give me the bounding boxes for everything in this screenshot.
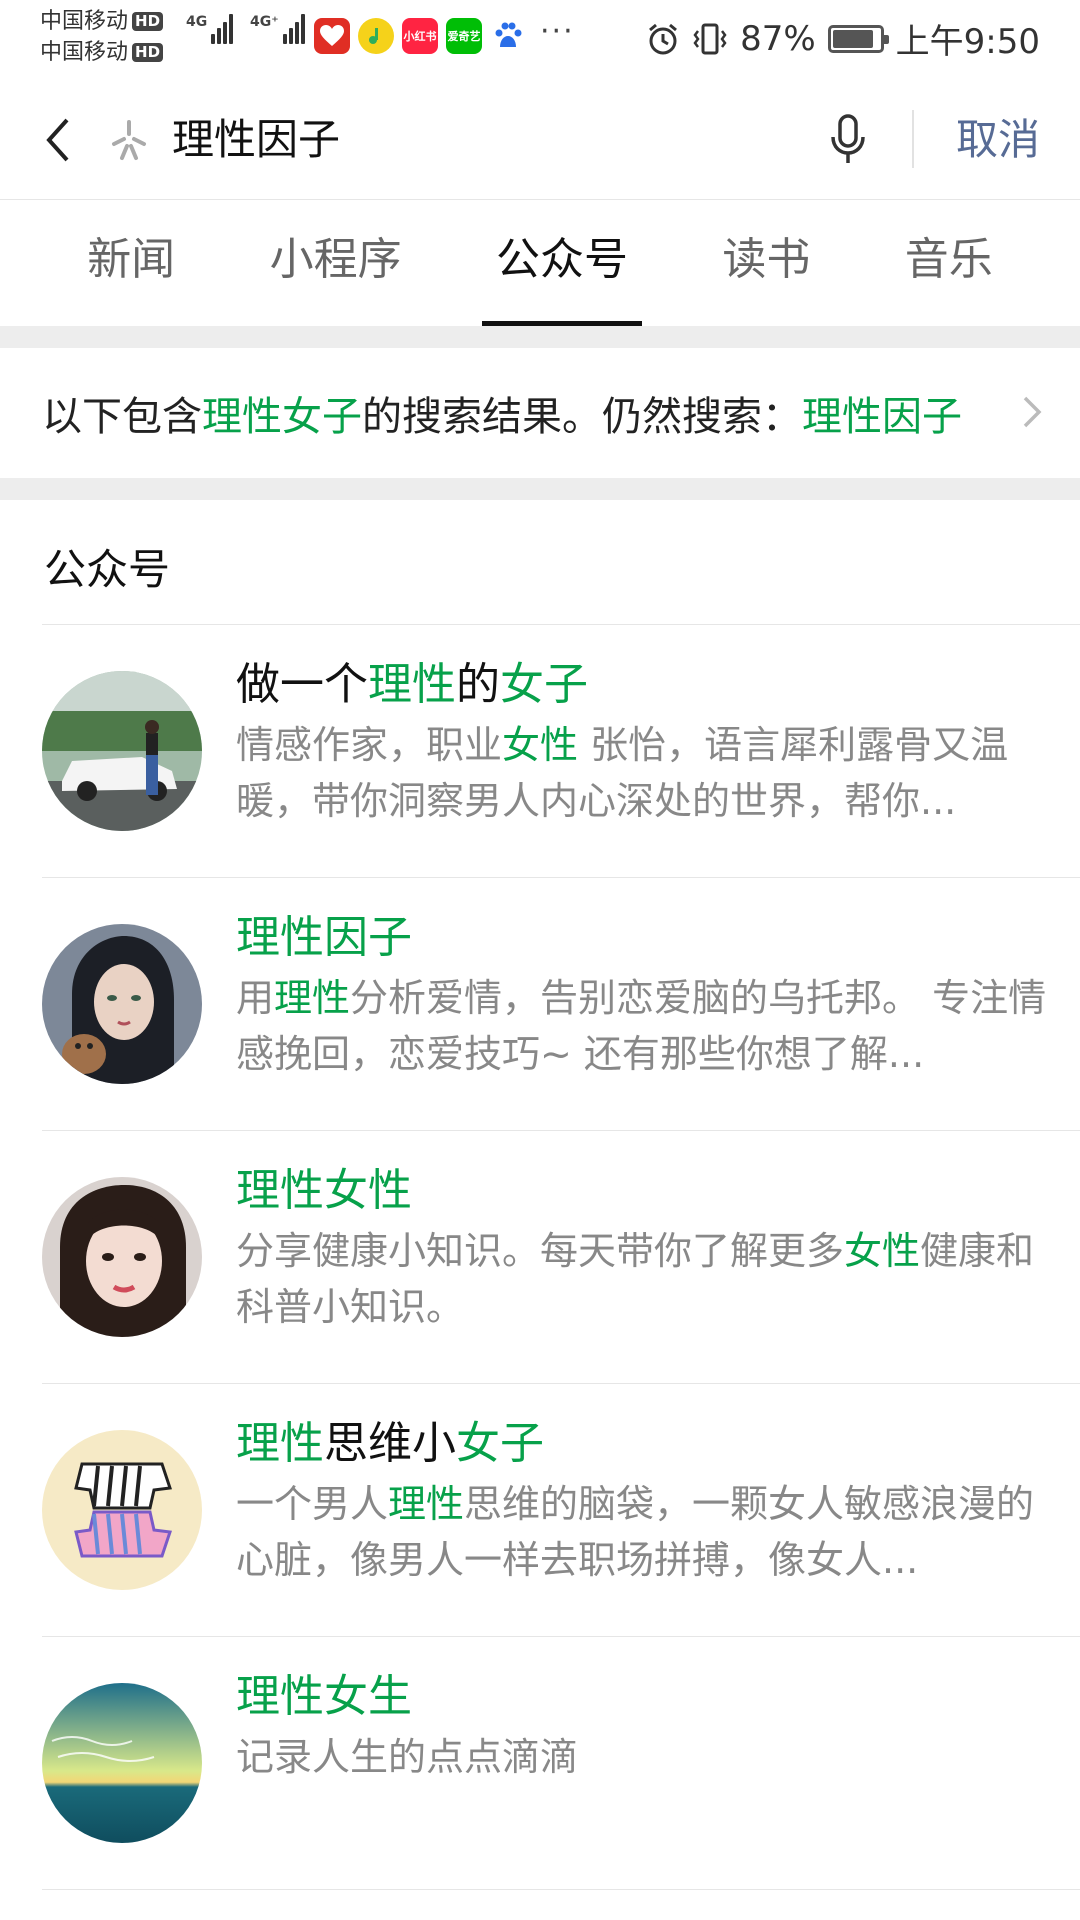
battery-level [832, 29, 873, 48]
car-photo-image [42, 671, 202, 831]
result-description: 分享健康小知识。每天带你了解更多女性健康和科普小知识。 [236, 1223, 1066, 1335]
pinduoduo-icon [314, 18, 350, 54]
desc-part: 一个男人 [236, 1482, 389, 1526]
desc-part: 记录人生的点点滴滴 [236, 1735, 579, 1779]
cancel-button[interactable]: 取消 [956, 108, 1040, 172]
section-separator [0, 326, 1080, 348]
correction-prefix: 以下包含 [42, 394, 202, 440]
title-part: 做一个 [236, 659, 368, 710]
alarm-icon [649, 23, 678, 54]
search-input[interactable]: 理性因子 [172, 108, 340, 172]
result-title: 理性因子 [236, 906, 412, 970]
result-title: 理性女性 [236, 1159, 412, 1223]
avatar [42, 671, 202, 831]
header-divider [912, 110, 914, 168]
desc-part-highlight: 女性 [502, 723, 579, 767]
baidu-icon [490, 18, 526, 54]
vibrate-icon [693, 23, 727, 54]
desc-part-highlight: 理性 [388, 1482, 465, 1526]
title-part-highlight: 女子 [456, 1418, 544, 1469]
correction-middle: 的搜索结果。仍然搜索： [362, 394, 802, 440]
avatar [42, 1683, 202, 1843]
microphone-icon [831, 114, 865, 163]
avatar [42, 1430, 202, 1590]
chevron-right-icon [1023, 396, 1042, 428]
desc-part-highlight: 理性 [274, 976, 351, 1020]
hd-badge: HD [132, 43, 164, 62]
category-tabs: 新闻 小程序 公众号 读书 音乐 [0, 200, 1080, 326]
girl-illustration-image [42, 924, 202, 1084]
spelling-correction-row[interactable]: 以下包含 理性女子 的搜索结果。仍然搜索： 理性因子 [0, 348, 1080, 478]
title-part: 的 [456, 659, 500, 710]
voice-input-button[interactable] [820, 108, 876, 172]
title-part-highlight: 理性 [236, 1418, 324, 1469]
section-title: 公众号 [44, 545, 171, 594]
sunset-sea-image [42, 1683, 202, 1843]
zebra-art-image [42, 1430, 202, 1590]
desc-part: 分析爱情，告别恋爱脑的乌托邦。 专注情感挽回，恋爱技巧~ 还有那些你想了解... [236, 976, 1047, 1076]
title-part-highlight: 理性女生 [236, 1671, 412, 1722]
carrier-2-label: 中国移动 [40, 40, 129, 65]
title-part-highlight: 理性 [368, 659, 456, 710]
more-notifications-icon: ··· [540, 14, 575, 49]
portrait-photo-image [42, 1177, 202, 1337]
status-right-group: 87% 上午9:50 [646, 14, 1040, 63]
result-item[interactable]: 理性女性 分享健康小知识。每天带你了解更多女性健康和科普小知识。 [42, 1130, 1080, 1383]
result-item[interactable]: 理性因子 用理性分析爱情，告别恋爱脑的乌托邦。 专注情感挽回，恋爱技巧~ 还有那… [42, 877, 1080, 1130]
search-spark-icon [112, 120, 146, 160]
title-part-highlight: 女子 [500, 659, 588, 710]
battery-percent: 87% [740, 18, 816, 59]
avatar [42, 1177, 202, 1337]
back-button[interactable] [28, 110, 88, 170]
result-title: 理性女生 [236, 1665, 412, 1729]
desc-part: 用 [236, 976, 275, 1020]
result-description: 记录人生的点点滴滴 [236, 1729, 1066, 1785]
carrier-info: 中国移动 HD 中国移动 HD [40, 6, 164, 68]
title-part-highlight: 理性因子 [236, 912, 412, 963]
tab-music[interactable]: 音乐 [891, 200, 1007, 326]
status-bar: 中国移动 HD 中国移动 HD 4G 4G⁺ 小红书 爱奇艺 ··· 87% 上… [0, 0, 1080, 80]
result-description: 一个男人理性思维的脑袋，一颗女人敏感浪漫的心脏，像男人一样去职场拼搏，像女人..… [236, 1476, 1066, 1588]
clock: 上午9:50 [895, 22, 1040, 62]
tab-mini-programs[interactable]: 小程序 [256, 200, 416, 326]
result-title: 理性思维小女子 [236, 1412, 544, 1476]
iqiyi-icon: 爱奇艺 [446, 18, 482, 54]
result-description: 用理性分析爱情，告别恋爱脑的乌托邦。 专注情感挽回，恋爱技巧~ 还有那些你想了解… [236, 970, 1066, 1082]
desc-part: 分享健康小知识。每天带你了解更多 [236, 1229, 845, 1273]
results-list: 做一个理性的女子 情感作家，职业女性 张怡，语言犀利露骨又温暖，带你洞察男人内心… [0, 624, 1080, 1889]
signal-1-icon: 4G [186, 14, 234, 44]
result-item[interactable]: 理性女生 记录人生的点点滴滴 [42, 1636, 1080, 1889]
network-type-2: 4G⁺ [250, 14, 279, 30]
tab-official-accounts[interactable]: 公众号 [481, 200, 642, 326]
result-item[interactable]: 理性思维小女子 一个男人理性思维的脑袋，一颗女人敏感浪漫的心脏，像男人一样去职场… [42, 1383, 1080, 1636]
qq-music-icon [358, 18, 394, 54]
network-type-1: 4G [186, 14, 208, 30]
desc-part-highlight: 女性 [844, 1229, 921, 1273]
battery-icon [827, 24, 889, 53]
result-title: 做一个理性的女子 [236, 653, 588, 717]
back-arrow-icon [46, 118, 69, 162]
avatar [42, 924, 202, 1084]
carrier-1-label: 中国移动 [40, 9, 129, 34]
search-header: 理性因子 取消 [0, 80, 1080, 200]
desc-part: 情感作家，职业 [236, 723, 503, 767]
xiaohongshu-icon: 小红书 [402, 18, 438, 54]
result-item[interactable]: 做一个理性的女子 情感作家，职业女性 张怡，语言犀利露骨又温暖，带你洞察男人内心… [42, 624, 1080, 877]
tab-books[interactable]: 读书 [708, 200, 824, 326]
title-part-highlight: 理性女性 [236, 1165, 412, 1216]
original-term-link[interactable]: 理性因子 [802, 384, 962, 442]
signal-2-icon: 4G⁺ [250, 14, 305, 44]
title-part: 思维小 [324, 1418, 456, 1469]
section-separator [0, 478, 1080, 500]
tab-news[interactable]: 新闻 [73, 200, 189, 326]
hd-badge: HD [132, 12, 164, 31]
corrected-term: 理性女子 [202, 394, 362, 440]
list-bottom-divider [42, 1889, 1080, 1890]
result-description: 情感作家，职业女性 张怡，语言犀利露骨又温暖，带你洞察男人内心深处的世界，帮你.… [236, 717, 1066, 829]
